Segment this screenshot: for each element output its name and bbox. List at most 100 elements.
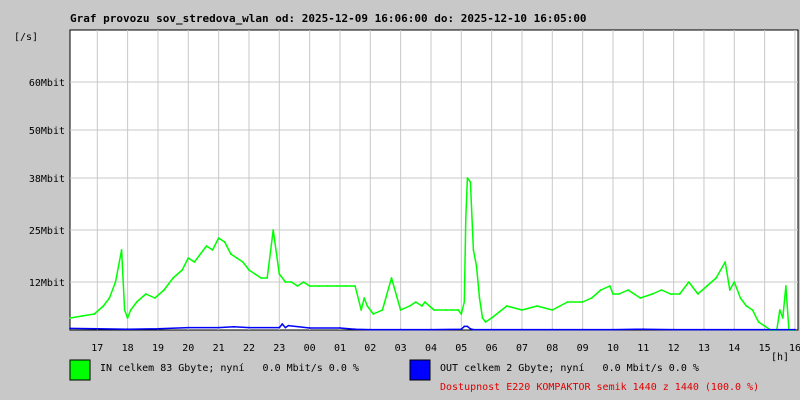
- data-point-in: [336, 285, 338, 287]
- data-point-in: [627, 289, 629, 291]
- data-point-in: [211, 249, 214, 251]
- x-tick-label: 15: [759, 343, 771, 354]
- x-tick-label: 08: [546, 343, 558, 354]
- data-point-in: [433, 309, 435, 311]
- data-point-in: [445, 309, 447, 311]
- data-point-in: [466, 177, 469, 179]
- data-point-in: [469, 181, 472, 183]
- data-point-out: [281, 323, 284, 325]
- data-point-in: [366, 305, 369, 307]
- data-point-in: [706, 285, 708, 287]
- data-point-out: [703, 328, 705, 331]
- x-tick-label: 00: [304, 343, 316, 354]
- data-point-in: [612, 293, 614, 295]
- data-point-in: [669, 293, 672, 295]
- data-point-in: [421, 305, 423, 307]
- data-point-in: [172, 277, 175, 279]
- data-point-in: [181, 269, 184, 271]
- data-point-out: [217, 326, 220, 329]
- data-point-in: [205, 245, 208, 247]
- legend-in-swatch: [69, 359, 91, 381]
- data-point-in: [660, 289, 663, 291]
- data-point-out: [642, 328, 645, 331]
- data-point-in: [715, 277, 717, 279]
- data-point-in: [102, 305, 105, 307]
- data-point-in: [460, 313, 463, 315]
- data-point-out: [339, 327, 341, 329]
- data-point-in: [505, 305, 508, 307]
- data-point-out: [794, 328, 796, 331]
- x-tick-label: 01: [334, 343, 346, 354]
- data-point-in: [781, 317, 784, 319]
- data-point-in: [381, 309, 384, 311]
- legend-in-text: IN celkem 83 Gbyte; nyní 0.0 Mbit/s 0.0 …: [100, 362, 359, 374]
- data-point-in: [372, 313, 375, 315]
- x-unit-label: [h]: [771, 352, 789, 363]
- data-point-in: [223, 241, 226, 243]
- data-point-in: [763, 325, 766, 327]
- plot-area: [69, 29, 799, 331]
- data-point-out: [469, 327, 472, 330]
- data-point-in: [163, 289, 165, 291]
- data-point-out: [287, 324, 290, 327]
- data-point-in: [278, 273, 281, 275]
- data-point-out: [96, 327, 99, 330]
- data-point-in: [475, 265, 478, 267]
- data-point-out: [672, 328, 675, 331]
- data-point-in: [144, 293, 147, 295]
- data-point-in: [651, 293, 654, 295]
- traffic-chart: 17 18 19 20 21 22 23 00 01 02 03 04 05 06 07 08 09 10 11 12…: [0, 0, 800, 400]
- x-tick-label: 18: [122, 343, 134, 354]
- data-point-in: [697, 293, 699, 295]
- data-point-out: [399, 328, 402, 331]
- data-point-out: [369, 328, 372, 331]
- data-point-in: [390, 277, 393, 279]
- x-tick-label: 19: [152, 343, 164, 354]
- data-point-in: [242, 261, 244, 263]
- data-point-in: [424, 301, 426, 303]
- data-point-in: [739, 297, 742, 299]
- data-point-in: [609, 285, 611, 287]
- data-point-in: [478, 297, 481, 299]
- data-point-in: [302, 281, 305, 283]
- data-point-in: [154, 297, 156, 299]
- x-tick-label: 05: [455, 343, 467, 354]
- data-point-in: [472, 249, 475, 251]
- data-point-in: [581, 301, 584, 303]
- legend-out-text: OUT celkem 2 Gbyte; nyní 0.0 Mbit/s 0.0 …: [440, 362, 699, 374]
- data-point-in: [354, 285, 356, 287]
- data-point-in: [414, 301, 417, 303]
- data-point-out: [278, 326, 281, 329]
- data-point-in: [360, 309, 363, 311]
- y-tick-label: 50Mbit: [29, 126, 65, 137]
- y-tick-label: 38Mbit: [29, 174, 65, 185]
- data-point-in: [551, 309, 554, 311]
- data-point-out: [472, 328, 475, 331]
- data-point-in: [363, 297, 366, 299]
- x-tick-label: 17: [91, 343, 103, 354]
- data-point-in: [751, 309, 754, 311]
- data-point-in: [566, 301, 569, 303]
- y-tick-label: 25Mbit: [29, 226, 65, 237]
- data-point-in: [463, 301, 466, 303]
- data-point-out: [581, 328, 584, 331]
- x-tick-label: 11: [637, 343, 649, 354]
- data-point-out: [466, 325, 469, 328]
- data-point-in: [296, 285, 299, 287]
- data-point-in: [399, 309, 402, 311]
- data-point-in: [114, 281, 117, 283]
- data-point-in: [284, 281, 287, 283]
- data-point-in: [129, 309, 132, 311]
- data-point-in: [490, 317, 493, 319]
- data-point-in: [536, 305, 538, 307]
- x-tick-label: 23: [273, 343, 285, 354]
- data-point-in: [93, 313, 96, 315]
- chart-title: Graf provozu sov_stredova_wlan od: 2025-…: [70, 12, 587, 25]
- data-point-in: [687, 281, 690, 283]
- data-point-in: [678, 293, 681, 295]
- data-point-in: [317, 285, 320, 287]
- data-point-out: [126, 328, 129, 331]
- data-point-out: [354, 328, 356, 331]
- data-point-in: [728, 289, 731, 291]
- data-point-out: [490, 328, 493, 331]
